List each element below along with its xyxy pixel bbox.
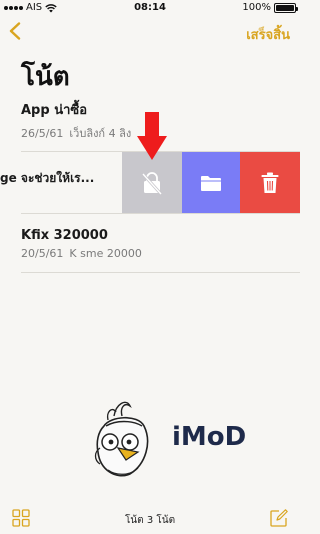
note-item[interactable]: Kfix 320000 20/5/61 K sme 20000 xyxy=(0,228,300,260)
compose-icon[interactable] xyxy=(270,509,288,527)
delete-note-button[interactable] xyxy=(240,152,300,213)
status-bar: AIS 08:14 100% xyxy=(0,0,300,16)
note-subtitle: 20/5/61 K sme 20000 xyxy=(21,247,300,260)
watermark-text: iMoD xyxy=(172,422,247,452)
note-date: 26/5/61 xyxy=(21,127,64,140)
divider xyxy=(21,213,300,214)
status-right: 100% xyxy=(242,2,298,13)
bottom-toolbar: โน้ต 3 โน้ต xyxy=(0,500,300,534)
back-chevron-icon[interactable] xyxy=(8,22,22,40)
done-button[interactable]: เสร็จสิ้น xyxy=(246,24,290,45)
note-preview: เว็บลิงก์ 4 ลิง xyxy=(69,127,132,140)
folder-icon xyxy=(201,175,221,191)
imod-mascot-logo xyxy=(94,401,149,477)
trash-icon xyxy=(261,172,279,193)
divider xyxy=(21,272,300,273)
note-preview: K sme 20000 xyxy=(69,247,142,260)
battery-fill xyxy=(276,4,294,11)
red-arrow-annotation-icon xyxy=(137,112,167,160)
page-title: โน้ต xyxy=(21,62,70,92)
note-title: ge จะช่วยให้เร... xyxy=(0,171,95,185)
lock-slash-icon xyxy=(142,171,162,195)
move-note-button[interactable] xyxy=(182,152,240,213)
note-title: Kfix 320000 xyxy=(21,228,108,243)
battery-percent: 100% xyxy=(242,2,271,13)
battery-icon xyxy=(274,2,298,13)
note-count-label: โน้ต 3 โน้ต xyxy=(124,515,176,526)
note-date: 20/5/61 xyxy=(21,247,64,260)
